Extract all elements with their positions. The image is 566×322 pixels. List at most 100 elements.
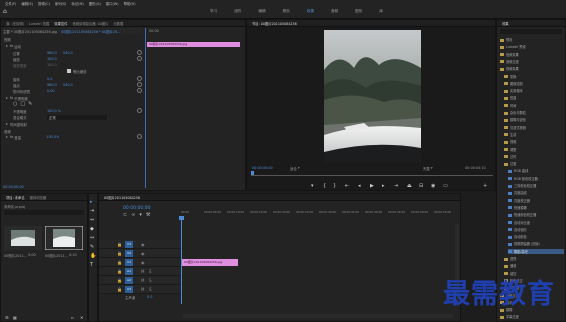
menu-item[interactable]: 序列(S)	[55, 1, 67, 6]
mute-icon[interactable]: M	[141, 278, 146, 283]
keyframe-icon[interactable]	[137, 56, 142, 61]
pen-mask-icon[interactable]: ✎	[28, 101, 32, 107]
keyframe-icon[interactable]	[137, 50, 142, 55]
ec-clip[interactable]: 00照片201105084256.jpg	[147, 42, 240, 47]
workspace-tab[interactable]: 组件	[234, 9, 241, 14]
panel-tab[interactable]: 音频剪辑混合器: 00图片	[72, 21, 108, 26]
effects-tree-item[interactable]: RGB 颜色校正器	[508, 176, 538, 181]
effects-tree-item[interactable]: 调整	[504, 147, 516, 152]
effects-tree-item[interactable]: Lumetri 预设	[500, 44, 526, 49]
anti-flicker-value[interactable]: 0.00	[47, 89, 55, 93]
program-playhead[interactable]	[251, 171, 254, 175]
sequence-row[interactable]: 00图片201105084256 * 00图片20...	[61, 28, 120, 34]
program-title[interactable]: 节目: 00图片201105084256	[252, 21, 297, 26]
effects-tree-item[interactable]: 阴影/高光	[508, 248, 564, 254]
mute-icon[interactable]: M	[141, 269, 146, 274]
effects-tree-item[interactable]: 透视	[504, 256, 516, 261]
lock-icon[interactable]: 🔒	[117, 260, 122, 265]
panel-tab[interactable]: 源: (无剪辑)	[6, 21, 24, 26]
marker-icon[interactable]: ▾	[139, 212, 142, 218]
timeline-clip[interactable]: 00图片201105084256.jpg	[182, 259, 238, 266]
effects-tree-item[interactable]: 自动对比度	[508, 220, 530, 225]
type-icon[interactable]: T	[90, 262, 93, 268]
timeline-scrollbar[interactable]	[182, 314, 454, 318]
keyframe-icon[interactable]	[137, 76, 142, 81]
effects-tree-item[interactable]: 字幕过渡	[500, 314, 519, 319]
workspace-tab[interactable]: 学习	[210, 9, 217, 14]
expand-icon[interactable]	[6, 97, 8, 99]
effects-tree-item[interactable]: 快速模糊	[508, 205, 527, 210]
lift-icon[interactable]: ⏏	[407, 183, 412, 189]
program-timecode[interactable]: 00:00:00:00	[252, 165, 273, 171]
effects-tree-item[interactable]: 视频效果	[500, 66, 519, 71]
effects-tree-item[interactable]: 扭曲	[504, 95, 516, 100]
keyframe-icon[interactable]	[137, 134, 142, 139]
program-timecode-value[interactable]: 00:00:00:00	[252, 166, 273, 170]
snap-icon[interactable]: ⊂	[123, 212, 127, 218]
checkbox-icon[interactable]	[67, 69, 71, 73]
effects-tree-item[interactable]: 自动色阶	[508, 227, 527, 232]
timeline-ruler[interactable]: 00:00 00:00:05:00 00:00:10:00 00:00:15:00 00…	[181, 210, 456, 217]
workspace-tab[interactable]: 音频	[331, 9, 338, 14]
menu-item[interactable]: 标记(M)	[71, 1, 83, 6]
panel-tab[interactable]: 元数据	[113, 21, 123, 26]
add-marker-icon[interactable]: ▾	[311, 183, 314, 189]
position-x[interactable]: 960.0	[47, 51, 63, 55]
effects-tree-item[interactable]: RGB 曲线	[508, 168, 528, 173]
keyframe-icon[interactable]	[137, 82, 142, 87]
home-icon[interactable]: ⌂	[3, 9, 10, 15]
effects-tree-item[interactable]: 时间	[504, 103, 516, 108]
export-frame-icon[interactable]: ◉	[431, 183, 435, 189]
uniform-row[interactable]: 等比缩放	[67, 68, 87, 74]
effects-tree-item[interactable]: 音频过渡	[500, 59, 519, 64]
ec-timecode[interactable]: 00:00:00:00	[3, 184, 24, 190]
effects-tree-item[interactable]: 生成	[504, 132, 516, 137]
eye-icon[interactable]: ◉	[141, 251, 146, 256]
master-value[interactable]: 0.0	[147, 295, 152, 299]
effects-search-input[interactable]	[500, 29, 562, 34]
track-v1-label[interactable]: V1	[125, 259, 133, 266]
menu-item[interactable]: 文件(F)	[5, 1, 16, 6]
position-y[interactable]: 540.0	[63, 51, 73, 55]
effects-tree-item[interactable]: 视频	[504, 139, 516, 144]
workspace-tab[interactable]: 图形	[355, 9, 362, 14]
lock-icon[interactable]: 🔒	[117, 278, 122, 283]
comparison-icon[interactable]: ▭	[443, 183, 448, 189]
ec-timecode-value[interactable]: 00:00:00:00	[3, 185, 24, 189]
mark-out-icon[interactable]: }	[333, 183, 336, 189]
effects-tree-item[interactable]: 三向颜色校正器	[508, 183, 536, 188]
lock-icon[interactable]: 🔒	[117, 287, 122, 292]
pen-icon[interactable]: ✎	[90, 244, 94, 250]
timeline-timecode-value[interactable]: 00:00:00:00	[123, 206, 150, 211]
new-item-icon[interactable]: ▫	[71, 315, 74, 321]
effects-tree-item[interactable]: 变换	[504, 74, 516, 79]
extract-icon[interactable]: ⊟	[419, 183, 423, 189]
track-a2-label[interactable]: A2	[125, 277, 133, 284]
effects-tree-item[interactable]: 亮度校正器	[508, 198, 530, 203]
selection-tool-icon[interactable]: ▸	[90, 199, 93, 205]
volume-row[interactable]: fx 音量 100.0%	[6, 134, 59, 140]
effects-title[interactable]: 效果	[502, 21, 509, 26]
effects-tree-item[interactable]: 视频限幅器 (旧版)	[508, 241, 540, 246]
fit-select[interactable]: 适合 ▾	[290, 165, 300, 171]
expand-icon[interactable]	[6, 136, 8, 138]
blend-select[interactable]: 正常	[47, 114, 107, 120]
quality-select[interactable]: 完整 ▾	[423, 165, 433, 171]
play-icon[interactable]: ▶	[370, 183, 374, 189]
panel-tab[interactable]: Lumetri 范围	[29, 21, 49, 26]
solo-icon[interactable]: S	[149, 287, 154, 292]
go-out-icon[interactable]: ⇥	[394, 183, 398, 189]
wrench-icon[interactable]: ⚒	[146, 212, 150, 218]
lock-icon[interactable]: 🔒	[117, 269, 122, 274]
trash-icon[interactable]: ✕	[80, 315, 83, 321]
step-back-icon[interactable]: ◂	[358, 183, 361, 189]
icon-view-icon[interactable]: ▦	[13, 315, 17, 321]
add-button-icon[interactable]: +	[483, 183, 487, 189]
volume-value[interactable]: 100.0%	[46, 135, 59, 139]
solo-icon[interactable]: S	[149, 278, 154, 283]
workspace-tab[interactable]: 效果	[307, 9, 314, 14]
effects-tree-item[interactable]: 过渡	[504, 161, 516, 166]
keyframe-icon[interactable]	[137, 88, 142, 93]
scale-value[interactable]: 100.0	[47, 57, 57, 61]
effects-tree-item[interactable]: 音频效果	[500, 52, 519, 57]
